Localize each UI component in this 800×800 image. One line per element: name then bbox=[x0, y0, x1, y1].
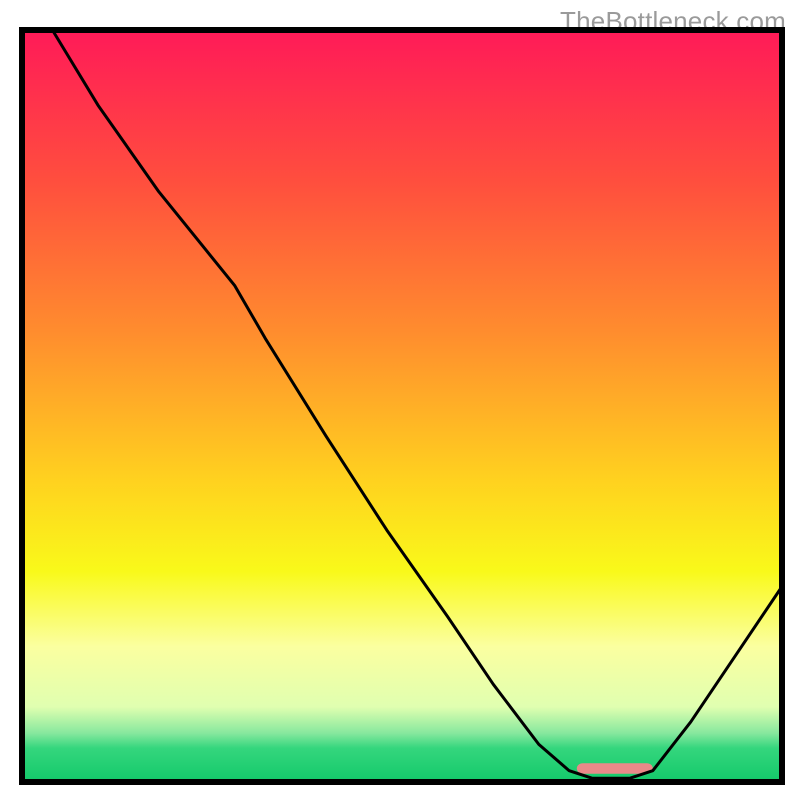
chart-frame: TheBottleneck.com bbox=[0, 0, 800, 800]
plot-background bbox=[22, 30, 782, 782]
bottleneck-chart bbox=[0, 0, 800, 800]
optimal-range-bar bbox=[577, 763, 653, 774]
